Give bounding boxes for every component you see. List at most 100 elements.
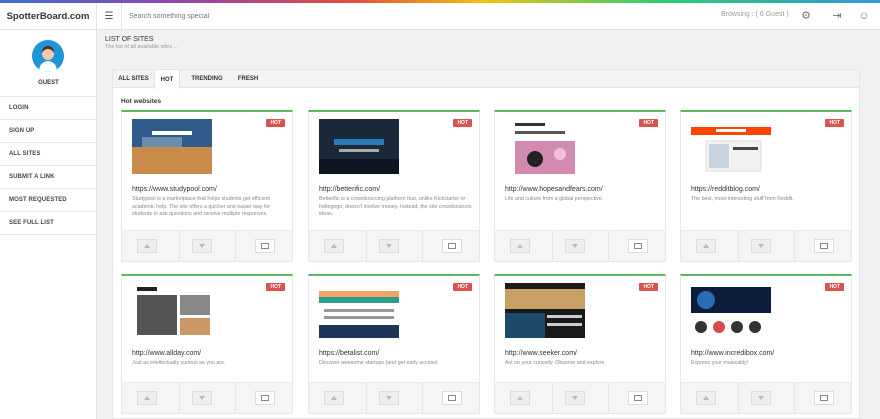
comment-button[interactable] [442,391,462,405]
card-actions [495,382,665,413]
site-description: Studypool is a marketplace that helps st… [132,196,271,217]
downvote-button[interactable] [379,239,399,253]
user-name: GUEST [38,80,59,86]
site-card: HOT https://betalist.com/ Discover aweso… [308,274,480,414]
upvote-button[interactable] [137,239,157,253]
upvote-button[interactable] [324,391,344,405]
site-card: HOT http://www.hopesandfears.com/ Life a… [494,110,666,262]
arrow-down-icon [199,396,205,400]
site-description: Just as intellectually curious as you ar… [132,360,226,366]
hot-badge: HOT [825,119,844,127]
upvote-button[interactable] [510,239,530,253]
tab-trending[interactable]: TRENDING [185,70,229,88]
site-thumbnail[interactable] [505,119,585,174]
comment-button[interactable] [628,391,648,405]
user-add-icon[interactable]: ☺ [857,9,871,23]
arrow-down-icon [386,396,392,400]
downvote-button[interactable] [379,391,399,405]
arrow-up-icon [517,396,523,400]
brand-logo[interactable]: SpotterBoard.com [0,3,97,30]
comment-button[interactable] [628,239,648,253]
site-card: HOT https://redditblog.com/ The best, mo… [680,110,852,262]
site-url[interactable]: http://www.allday.com/ [132,350,201,357]
site-url[interactable]: http://www.incredibox.com/ [691,350,774,357]
site-thumbnail[interactable] [132,119,212,174]
upvote-button[interactable] [137,391,157,405]
tab-all-sites[interactable]: ALL SITES [113,70,154,88]
site-card: HOT http://betterific.com/ Betterific is… [308,110,480,262]
arrow-down-icon [758,396,764,400]
site-card: HOT http://www.allday.com/ Just as intel… [121,274,293,414]
comment-icon [448,395,456,401]
comment-icon [820,243,828,249]
divider [608,383,609,413]
site-url[interactable]: https://redditblog.com/ [691,186,760,193]
comment-button[interactable] [442,239,462,253]
sidebar-item-see-full-list[interactable]: SEE FULL LIST [0,212,97,235]
site-url[interactable]: https://betalist.com/ [319,350,379,357]
browsing-status: Browsing : ( 6 Guest ) [721,11,789,18]
card-actions [681,382,851,413]
comment-icon [634,243,642,249]
downvote-button[interactable] [565,239,585,253]
upvote-button[interactable] [510,391,530,405]
site-url[interactable]: http://www.seeker.com/ [505,350,577,357]
card-actions [122,230,292,261]
downvote-button[interactable] [751,391,771,405]
site-url[interactable]: https://www.studypool.com/ [132,186,217,193]
arrow-up-icon [703,244,709,248]
tab-fresh[interactable]: FRESH [231,70,265,88]
downvote-button[interactable] [192,391,212,405]
arrow-down-icon [386,244,392,248]
site-thumbnail[interactable] [691,119,771,174]
site-thumbnail[interactable] [505,283,585,338]
site-url[interactable]: http://betterific.com/ [319,186,380,193]
upvote-button[interactable] [696,391,716,405]
comment-button[interactable] [255,391,275,405]
downvote-button[interactable] [565,391,585,405]
divider [422,383,423,413]
login-icon[interactable]: ⇥ [830,9,844,23]
sidebar-item-sign-up[interactable]: SIGN UP [0,120,97,143]
divider [366,383,367,413]
site-description: Life and culture from a global perspecti… [505,196,604,202]
site-card: HOT http://www.incredibox.com/ Express y… [680,274,852,414]
site-thumbnail[interactable] [132,283,212,338]
comment-button[interactable] [255,239,275,253]
divider [235,383,236,413]
comment-icon [634,395,642,401]
sidebar-item-submit-link[interactable]: SUBMIT A LINK [0,166,97,189]
upvote-button[interactable] [696,239,716,253]
downvote-button[interactable] [192,239,212,253]
upvote-button[interactable] [324,239,344,253]
hot-badge: HOT [639,119,658,127]
arrow-up-icon [331,396,337,400]
site-card: HOT https://www.studypool.com/ Studypool… [121,110,293,262]
arrow-up-icon [517,244,523,248]
site-thumbnail[interactable] [691,283,771,338]
settings-icon[interactable]: ⚙ [799,9,813,23]
site-description: Express your musicality! [691,360,749,366]
card-actions [681,230,851,261]
page-title: LIST OF SITES [105,36,154,43]
divider [552,383,553,413]
divider [794,231,795,261]
comment-button[interactable] [814,239,834,253]
comment-icon [820,395,828,401]
search-input[interactable] [129,7,379,25]
site-description: Discover awesome startups (and get early… [319,360,438,366]
divider [794,383,795,413]
sidebar-item-login[interactable]: LOGIN [0,97,97,120]
hot-badge: HOT [453,119,472,127]
site-thumbnail[interactable] [319,119,399,174]
site-description: The best, most-interesting stuff from Re… [691,196,794,202]
sidebar-item-all-sites[interactable]: ALL SITES [0,143,97,166]
hot-badge: HOT [266,119,285,127]
comment-button[interactable] [814,391,834,405]
tab-hot[interactable]: HOT [154,70,180,89]
downvote-button[interactable] [751,239,771,253]
menu-icon[interactable]: ☰ [97,3,122,29]
site-url[interactable]: http://www.hopesandfears.com/ [505,186,603,193]
sidebar-item-most-requested[interactable]: MOST REQUESTED [0,189,97,212]
site-thumbnail[interactable] [319,283,399,338]
